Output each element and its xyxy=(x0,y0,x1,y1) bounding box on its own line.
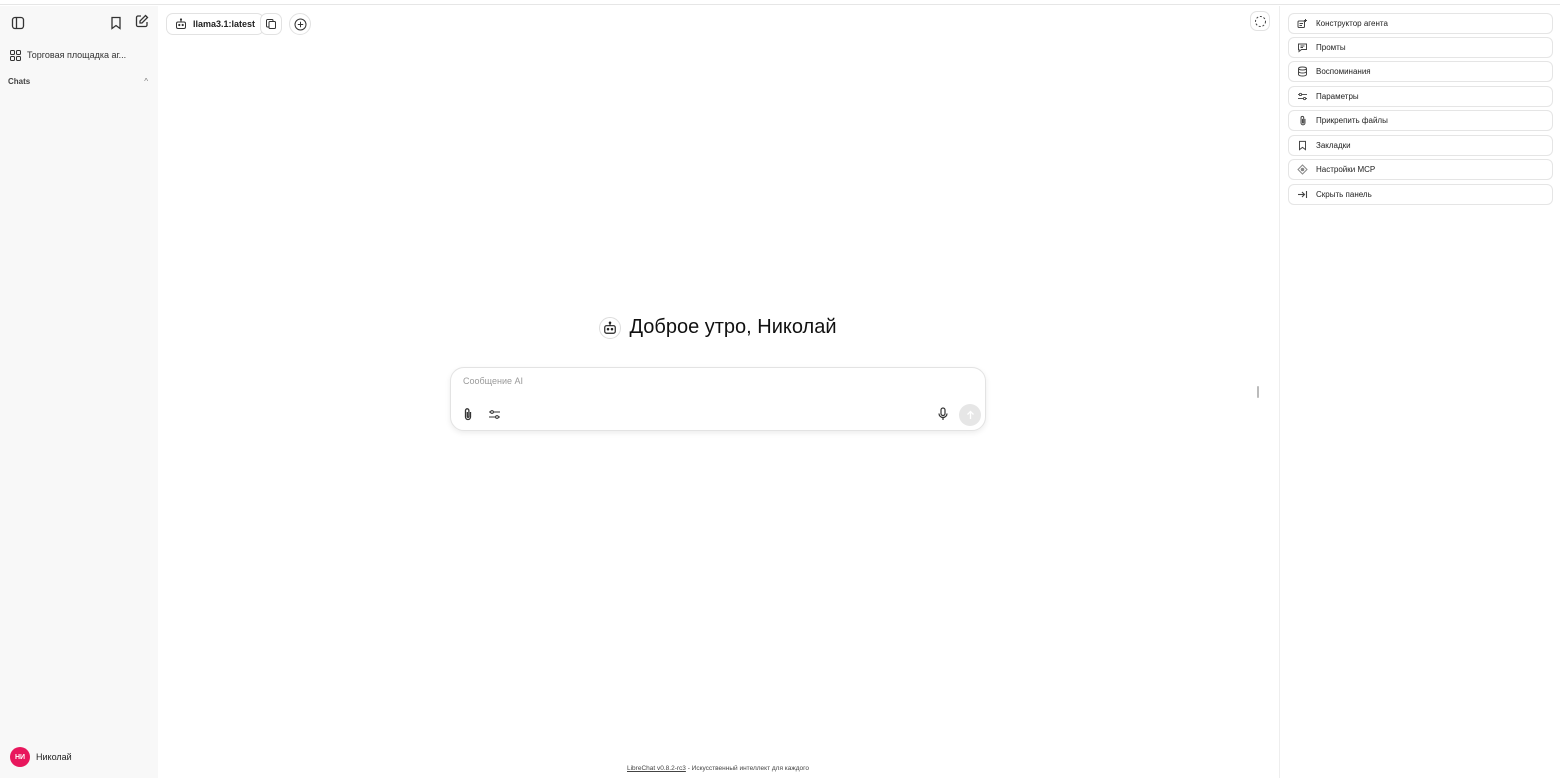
user-menu[interactable]: НИ Николай xyxy=(10,746,150,768)
temporary-chat-button[interactable] xyxy=(1250,11,1270,31)
model-label: llama3.1:latest xyxy=(193,19,256,29)
dashed-circle-icon xyxy=(1254,15,1266,27)
microphone-icon[interactable] xyxy=(935,406,951,422)
panel-resize-handle[interactable] xyxy=(1257,386,1259,398)
memory-icon xyxy=(1297,66,1308,77)
hide-panel-item[interactable]: Скрыть панель xyxy=(1288,184,1553,205)
grid-icon xyxy=(10,49,21,61)
hide-panel-label: Скрыть панель xyxy=(1316,190,1372,199)
right-side-panel: Конструктор агента Промты Воспоминания П… xyxy=(1279,6,1560,778)
model-selector-button[interactable]: llama3.1:latest xyxy=(166,13,265,35)
chevron-up-icon: ^ xyxy=(144,76,148,86)
greeting-text: Доброе утро, Николай xyxy=(629,316,837,338)
prompts-label: Промты xyxy=(1316,43,1346,52)
mcp-settings-item[interactable]: Настройки MCP xyxy=(1288,159,1553,180)
chats-label: Chats xyxy=(8,76,31,86)
mcp-icon xyxy=(1297,164,1308,175)
paperclip-icon xyxy=(1297,115,1308,126)
chat-input-box xyxy=(450,367,986,431)
new-chat-icon[interactable] xyxy=(133,12,151,30)
librechat-version-link[interactable]: LibreChat v0.8.2-rc3 xyxy=(627,765,686,772)
prompts-icon xyxy=(1297,42,1308,53)
chats-section-header[interactable]: Chats ^ xyxy=(8,74,148,88)
user-name: Николай xyxy=(36,752,72,762)
mcp-settings-label: Настройки MCP xyxy=(1316,165,1376,174)
plus-circle-icon xyxy=(294,18,306,30)
copy-icon xyxy=(266,19,276,29)
greeting: Доброе утро, Николай xyxy=(450,316,986,339)
memory-label: Воспоминания xyxy=(1316,67,1371,76)
copy-chat-button[interactable] xyxy=(260,13,282,35)
parameters-label: Параметры xyxy=(1316,92,1359,101)
sliders-icon xyxy=(1297,91,1308,102)
paperclip-icon[interactable] xyxy=(460,406,476,422)
marketplace-label: Торговая площадка аг... xyxy=(27,50,127,60)
collapse-panel-icon xyxy=(1297,189,1308,200)
new-chat-plus-button[interactable] xyxy=(289,13,311,35)
sidebar-toggle-icon[interactable] xyxy=(9,14,27,32)
agent-builder-label: Конструктор агента xyxy=(1316,19,1388,28)
marketplace-link[interactable]: Торговая площадка аг... xyxy=(10,46,152,64)
footer: LibreChat v0.8.2-rc3 - Искусственный инт… xyxy=(450,765,986,772)
arrow-up-icon xyxy=(966,410,974,419)
message-input[interactable] xyxy=(463,376,963,396)
agent-builder-item[interactable]: Конструктор агента xyxy=(1288,13,1553,34)
top-border xyxy=(0,0,1560,5)
attach-files-label: Прикрепить файлы xyxy=(1316,116,1388,125)
footer-tagline: - Искусственный интеллект для каждого xyxy=(685,765,809,772)
parameters-item[interactable]: Параметры xyxy=(1288,86,1553,107)
attach-files-item[interactable]: Прикрепить файлы xyxy=(1288,110,1553,131)
bookmark-icon[interactable] xyxy=(107,14,125,32)
robot-icon xyxy=(599,316,622,339)
agent-builder-icon xyxy=(1297,18,1308,29)
bookmark-icon xyxy=(1297,140,1308,151)
send-button[interactable] xyxy=(959,404,981,426)
bookmarks-item[interactable]: Закладки xyxy=(1288,135,1553,156)
avatar: НИ xyxy=(10,747,30,767)
sliders-icon[interactable] xyxy=(486,406,502,422)
memory-item[interactable]: Воспоминания xyxy=(1288,61,1553,82)
robot-icon xyxy=(176,18,186,29)
left-sidebar: Торговая площадка аг... Chats ^ НИ Никол… xyxy=(0,6,158,778)
bookmarks-label: Закладки xyxy=(1316,141,1351,150)
prompts-item[interactable]: Промты xyxy=(1288,37,1553,58)
